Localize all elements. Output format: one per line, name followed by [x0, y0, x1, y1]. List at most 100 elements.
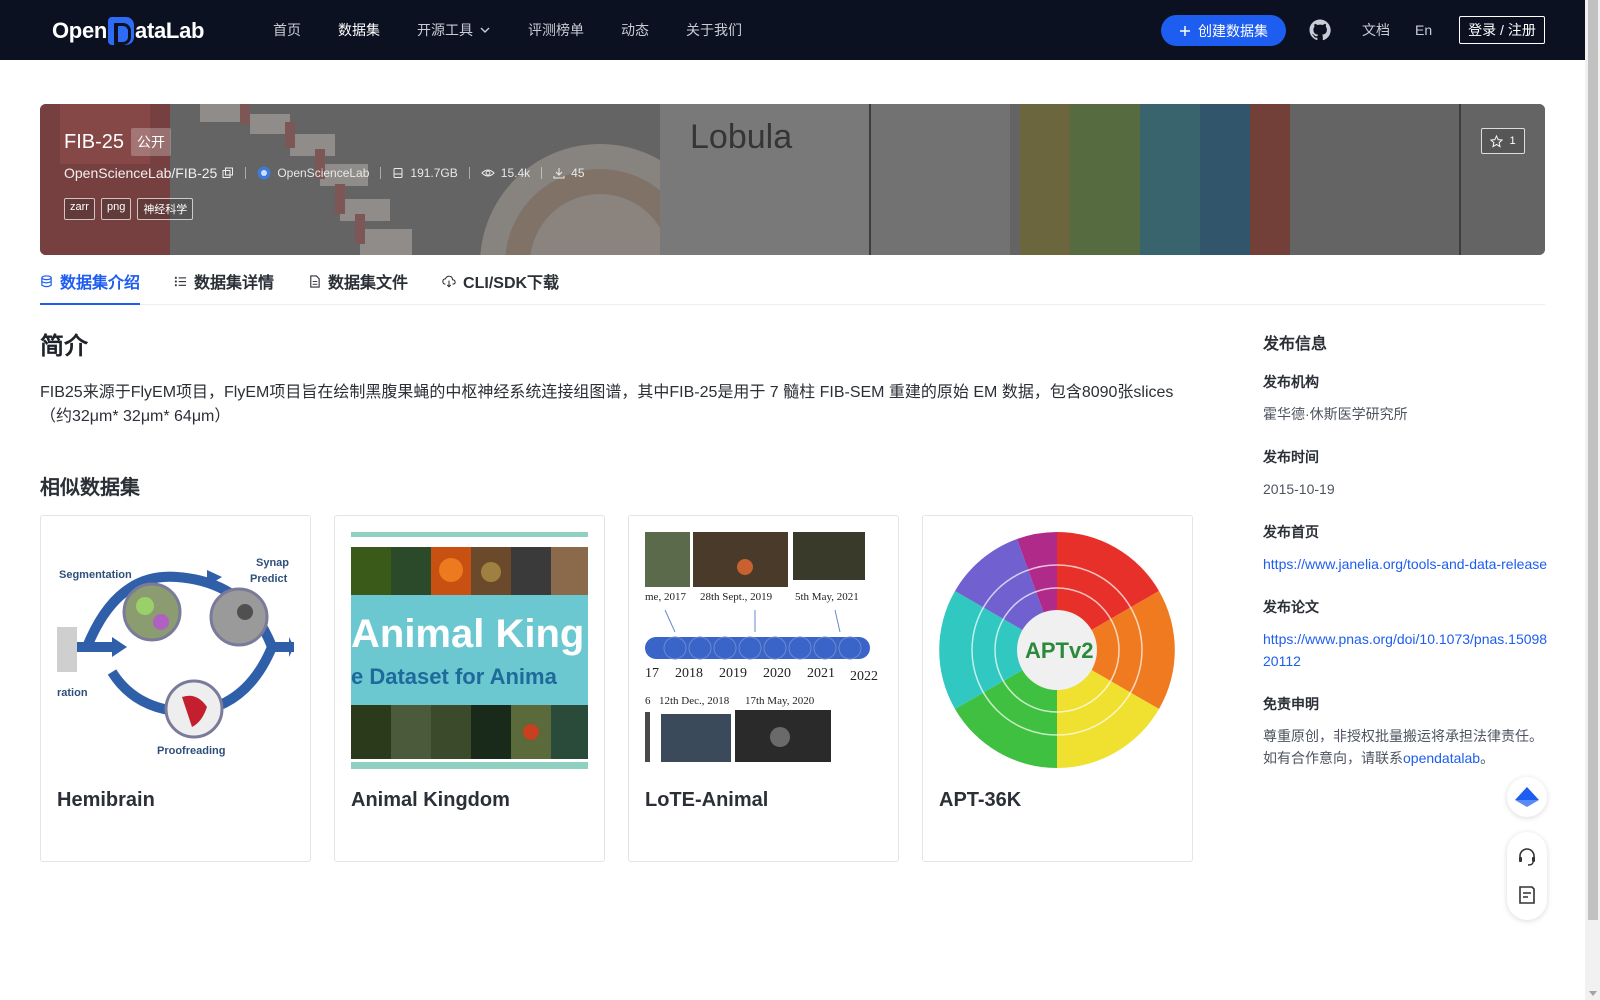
svg-text:Synap: Synap — [256, 557, 289, 569]
svg-text:2022: 2022 — [850, 669, 878, 684]
dataset-title: FIB-25 — [64, 130, 125, 153]
nav-item-label: 开源工具 — [417, 22, 473, 38]
svg-text:6: 6 — [645, 695, 651, 707]
svg-text:17: 17 — [645, 666, 659, 681]
intro-heading: 简介 — [40, 333, 88, 360]
dataset-views: 15.4k — [481, 166, 530, 180]
language-label: En — [1415, 22, 1433, 38]
tag-domain[interactable]: 神经科学 — [137, 198, 194, 220]
svg-text:17th May, 2020: 17th May, 2020 — [745, 695, 815, 707]
dataset-size: 191.7GB — [392, 166, 458, 180]
publish-info-panel: 发布信息 发布机构 霍华德·休斯医学研究所 发布时间 2015-10-19 发布… — [1263, 330, 1553, 791]
dataset-card-hemibrain[interactable]: Segmentation Synap Predict ration Proofr… — [40, 515, 311, 862]
create-dataset-label: 创建数据集 — [1198, 22, 1268, 39]
scrollbar-thumb[interactable] — [1588, 0, 1598, 920]
nav-item-label: 首页 — [273, 22, 301, 38]
homepage-link[interactable]: https://www.janelia.org/tools-and-data-r… — [1263, 553, 1553, 575]
meta-divider — [541, 167, 543, 179]
homepage-label: 发布首页 — [1263, 524, 1319, 540]
dataset-repo-path: OpenScienceLab/FIB-25 — [64, 165, 234, 181]
meta-divider — [468, 167, 470, 179]
meta-divider — [245, 167, 247, 179]
logo-d-mark — [108, 17, 135, 45]
cloud-download-icon — [442, 275, 456, 287]
tab-files[interactable]: 数据集文件 — [308, 258, 408, 304]
nav-item-tools[interactable]: 开源工具 — [417, 20, 491, 40]
docs-label: 文档 — [1362, 22, 1390, 38]
svg-text:28th Sept., 2019: 28th Sept., 2019 — [700, 591, 773, 603]
svg-text:Predict: Predict — [250, 573, 288, 585]
visibility-badge: 公开 — [131, 128, 172, 156]
views-value: 15.4k — [500, 166, 531, 180]
publisher-label: 发布机构 — [1263, 374, 1319, 390]
star-count: 1 — [1509, 135, 1516, 147]
dataset-card-title: Animal Kingdom — [351, 789, 510, 811]
customer-service-icon[interactable] — [1516, 846, 1538, 868]
contact-link[interactable]: opendatalab — [1403, 750, 1480, 766]
svg-text:2018: 2018 — [675, 666, 703, 681]
disclaimer-end: 。 — [1480, 750, 1495, 766]
logo-text-right: ataLab — [135, 18, 205, 43]
nav-item-about[interactable]: 关于我们 — [686, 20, 742, 40]
dataset-org[interactable]: OpenScienceLab — [257, 166, 369, 180]
nav-item-news[interactable]: 动态 — [621, 20, 649, 40]
nav-item-datasets[interactable]: 数据集 — [338, 20, 380, 40]
star-button[interactable]: 1 — [1481, 128, 1525, 154]
login-register-button[interactable]: 登录 / 注册 — [1459, 16, 1545, 44]
dataset-card-apt-36k[interactable]: APTv2 APT-36K — [922, 515, 1193, 862]
dataset-downloads: 45 — [553, 166, 585, 180]
scroll-down-arrow-icon[interactable] — [1589, 991, 1597, 996]
plus-icon — [1180, 25, 1190, 36]
dataset-meta-row: OpenScienceLab/FIB-25 OpenScienceLab 191… — [64, 165, 585, 181]
page-scrollbar[interactable] — [1585, 0, 1600, 1000]
nav-item-label: 评测榜单 — [528, 22, 584, 38]
dataset-thumbnail: Segmentation Synap Predict ration Proofr… — [57, 532, 294, 769]
paper-label: 发布论文 — [1263, 599, 1319, 615]
float-app-button[interactable] — [1507, 777, 1547, 817]
dataset-card-animal-kingdom[interactable]: Animal King e Dataset for Anima Animal K… — [334, 515, 605, 862]
tag-format[interactable]: zarr — [64, 198, 95, 220]
dataset-header-banner: Lobula FIB-25 公开 OpenScienceLab/FIB-25 O… — [40, 104, 1545, 255]
dataset-card-title: LoTE-Animal — [645, 789, 769, 811]
tab-label: 数据集详情 — [194, 275, 275, 292]
tab-details[interactable]: 数据集详情 — [174, 258, 274, 304]
svg-text:Animal King: Animal King — [351, 612, 584, 656]
language-switch[interactable]: En — [1415, 0, 1432, 60]
database-icon — [41, 274, 52, 287]
nav-item-label: 动态 — [621, 22, 649, 38]
star-icon — [1490, 134, 1504, 148]
dataset-card-title: Hemibrain — [57, 789, 155, 811]
login-register-label: 登录 / 注册 — [1468, 22, 1536, 38]
repo-path-text: OpenScienceLab/FIB-25 — [64, 165, 218, 181]
feedback-icon[interactable] — [1516, 884, 1538, 906]
svg-text:2021: 2021 — [807, 666, 835, 681]
svg-text:Proofreading: Proofreading — [157, 745, 225, 757]
paper-link[interactable]: https://www.pnas.org/doi/10.1073/pnas.15… — [1263, 628, 1553, 672]
similar-datasets-heading: 相似数据集 — [40, 477, 140, 499]
nav-item-home[interactable]: 首页 — [273, 20, 301, 40]
org-name: OpenScienceLab — [277, 166, 370, 180]
downloads-value: 45 — [571, 166, 585, 180]
tab-label: 数据集介绍 — [60, 275, 141, 292]
svg-text:me, 2017: me, 2017 — [645, 591, 686, 603]
dataset-card-lote-animal[interactable]: me, 2017 28th Sept., 2019 5th May, 2021 … — [628, 515, 899, 862]
docs-link[interactable]: 文档 — [1362, 0, 1390, 60]
list-icon — [174, 276, 187, 286]
github-icon[interactable] — [1308, 18, 1332, 42]
dataset-card-title: APT-36K — [939, 789, 1022, 811]
download-icon — [553, 168, 565, 179]
copy-icon[interactable] — [222, 167, 234, 179]
svg-text:2020: 2020 — [763, 666, 791, 681]
nav-item-label: 关于我们 — [686, 22, 742, 38]
nav-item-leaderboard[interactable]: 评测榜单 — [528, 20, 584, 40]
top-navbar: Open ataLab 首页 数据集 开源工具 评测榜单 动态 关于我们 创建数据… — [0, 0, 1585, 60]
logo-text-left: Open — [52, 18, 108, 43]
file-icon — [310, 274, 320, 288]
meta-divider — [380, 167, 382, 179]
tab-cli-sdk[interactable]: CLI/SDK下载 — [442, 258, 559, 304]
dataset-header-info: FIB-25 公开 OpenScienceLab/FIB-25 OpenScie… — [64, 128, 585, 220]
tag-format[interactable]: png — [100, 198, 132, 220]
tab-intro[interactable]: 数据集介绍 — [40, 258, 141, 305]
opendatalab-logo[interactable]: Open ataLab — [52, 14, 204, 48]
create-dataset-button[interactable]: 创建数据集 — [1161, 15, 1286, 46]
